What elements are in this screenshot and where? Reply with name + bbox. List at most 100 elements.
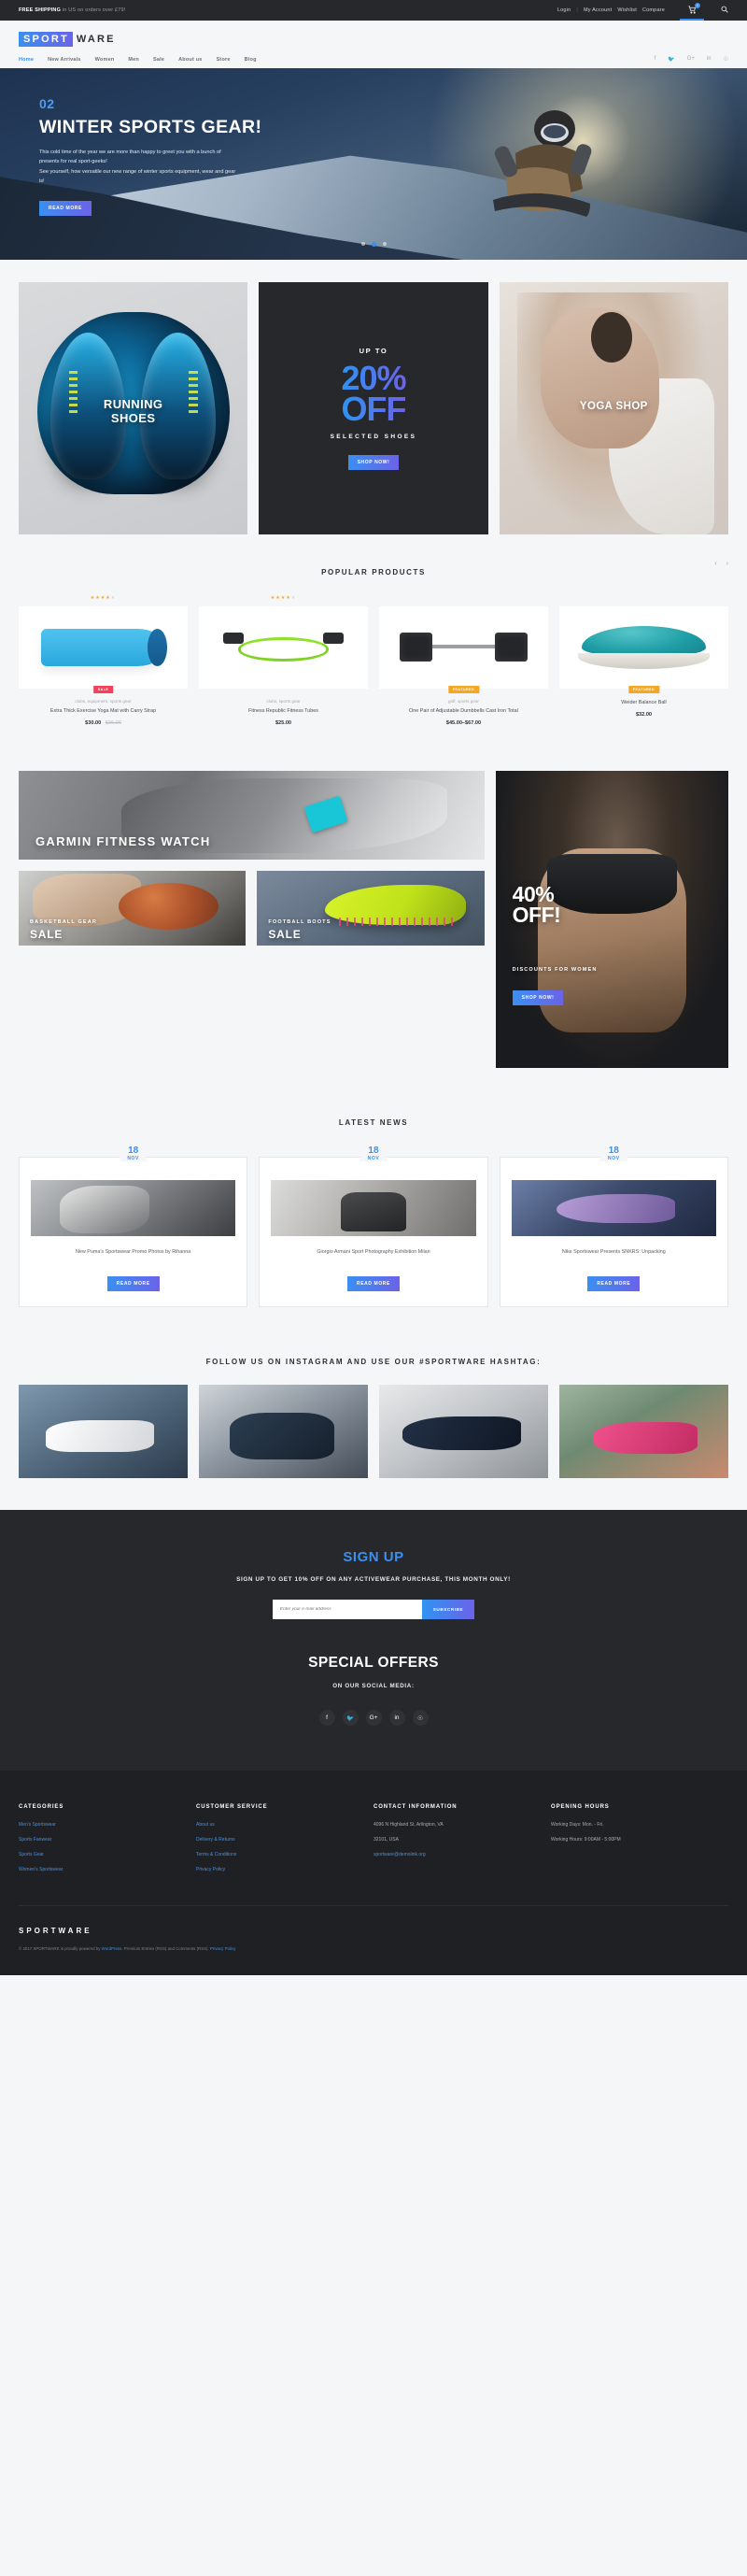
special-offers-title: SPECIAL OFFERS (308, 1655, 439, 1672)
footer-hours-heading: OPENING HOURS (551, 1804, 610, 1811)
footer-contact-heading: CONTACT INFORMATION (374, 1804, 458, 1811)
footer-link-womens-sportswear[interactable]: Women's Sportswear (19, 1868, 183, 1872)
news-title[interactable]: Nike Sportswear Presents SNKRS: Unpackin… (512, 1248, 716, 1265)
banner-women-discount[interactable]: 40% OFF! DISCOUNTS FOR WOMEN SHOP NOW! (495, 771, 728, 1069)
footer-link-about-us[interactable]: About us (196, 1823, 360, 1828)
product-name[interactable]: Weider Balance Ball (559, 699, 728, 706)
footer-privacy-policy-link[interactable]: Privacy Policy (210, 1946, 235, 1951)
product-card[interactable]: ★★★★★ clubs, sports gear Fitness Republi… (199, 595, 368, 726)
hero-dot-3[interactable] (382, 242, 387, 246)
hero-dot-2[interactable] (371, 242, 376, 247)
promo-running-shoes[interactable]: RUNNING SHOES (19, 282, 248, 534)
twitter-icon[interactable]: 🐦 (668, 56, 674, 63)
linkedin-icon[interactable]: in (707, 56, 712, 63)
product-rating (379, 595, 548, 604)
nav-item-sale[interactable]: Sale (153, 57, 164, 63)
facebook-icon[interactable]: f (318, 1710, 335, 1727)
promo-yoga-label: YOGA SHOP (579, 400, 648, 412)
my-account-link[interactable]: My Account (584, 7, 612, 13)
footer-link-privacy-policy[interactable]: Privacy Policy (196, 1868, 360, 1872)
popular-products-header: POPULAR PRODUCTS ‹ › (19, 561, 728, 595)
promo-yoga-shop[interactable]: YOGA SHOP (499, 282, 728, 534)
google-plus-icon[interactable]: G+ (365, 1710, 382, 1727)
news-card[interactable]: 18 NOV Nike Sportswear Presents SNKRS: U… (499, 1146, 728, 1308)
yoga-mat-illustration (40, 628, 168, 667)
promo-running-line1: RUNNING (103, 397, 163, 412)
signup-section: SIGN UP SIGN UP TO GET 10% OFF ON ANY AC… (0, 1510, 747, 1772)
news-title[interactable]: Giorgio Armani Sport Photography Exhibit… (271, 1248, 475, 1265)
instagram-photo[interactable] (199, 1385, 368, 1479)
footer-link-sports-gear[interactable]: Sports Gear (19, 1853, 183, 1857)
dumbbell-plate-left (400, 632, 433, 662)
wishlist-link[interactable]: Wishlist (617, 7, 637, 13)
cart-button[interactable]: 0 (680, 0, 704, 21)
pinterest-icon[interactable]: ☉ (412, 1710, 429, 1727)
product-card[interactable]: FEATURED Weider Balance Ball $32.00 (559, 595, 728, 726)
google-plus-icon[interactable]: G+ (687, 56, 695, 63)
banner-garmin-watch[interactable]: GARMIN FITNESS WATCH (19, 771, 485, 861)
promo-banner-row: RUNNING SHOES UP TO 20% OFF SELECTED SHO… (19, 282, 728, 534)
product-name[interactable]: Extra Thick Exercise Yoga Mat with Carry… (19, 707, 188, 715)
logo[interactable]: SPORT WARE (19, 32, 116, 47)
footer-link-sports-fanwear[interactable]: Sports Fanwear (19, 1838, 183, 1843)
banner-basketball-gear[interactable]: BASKETBALL GEAR SALE (19, 871, 247, 946)
promo-shop-now-button[interactable]: SHOP NOW! (347, 455, 400, 471)
product-card[interactable]: FEATURED golf, sports gear One Pair of A… (379, 595, 548, 726)
footer-email-link[interactable]: sportware@demolink.org (374, 1853, 538, 1857)
promo-running-line2: SHOES (110, 411, 156, 426)
nav-item-about-us[interactable]: About us (178, 57, 202, 63)
banner-football-line1: FOOTBALL BOOTS (268, 919, 331, 926)
news-title[interactable]: New Puma's Sportswear Promo Photos by Ri… (31, 1248, 235, 1265)
promo-banners-section: RUNNING SHOES UP TO 20% OFF SELECTED SHO… (0, 260, 747, 557)
facebook-icon[interactable]: f (655, 56, 656, 63)
twitter-icon[interactable]: 🐦 (342, 1710, 359, 1727)
news-card[interactable]: 18 NOV New Puma's Sportswear Promo Photo… (19, 1146, 248, 1308)
nav-item-new-arrivals[interactable]: New Arrivals (48, 57, 81, 63)
compare-link[interactable]: Compare (642, 7, 665, 13)
small-banner-row: BASKETBALL GEAR SALE FOOTBALL BOOTS SALE (19, 871, 485, 946)
search-button[interactable] (721, 6, 728, 15)
nav-item-men[interactable]: Men (128, 57, 139, 63)
hero-read-more-button[interactable]: READ MORE (39, 201, 92, 217)
tube-handle-left (223, 632, 244, 645)
product-name[interactable]: Fitness Republic Fitness Tubes (199, 707, 368, 715)
nav-item-home[interactable]: Home (19, 57, 34, 63)
hero-slider: 02 WINTER SPORTS GEAR! This cold time of… (0, 68, 747, 260)
linkedin-icon[interactable]: in (388, 1710, 405, 1727)
latest-news-section: LATEST NEWS 18 NOV New Puma's Sportswear… (0, 1090, 747, 1330)
chevron-right-icon[interactable]: › (726, 561, 728, 567)
footer-link-delivery-returns[interactable]: Delivery & Returns (196, 1838, 360, 1843)
instagram-photo[interactable] (559, 1385, 728, 1479)
footer-link-mens-sportswear[interactable]: Men's Sportswear (19, 1823, 183, 1828)
footer-col-categories: CATEGORIES Men's Sportswear Sports Fanwe… (19, 1804, 196, 1883)
instagram-photo[interactable] (19, 1385, 188, 1479)
chevron-left-icon[interactable]: ‹ (714, 561, 716, 567)
subscribe-button[interactable]: SUBSCRIBE (421, 1600, 475, 1620)
star-empty-icon: ★ (290, 595, 297, 601)
nav-item-women[interactable]: Women (95, 57, 115, 63)
pinterest-icon[interactable]: ☉ (724, 56, 728, 63)
footer-link-terms-conditions[interactable]: Terms & Conditions (196, 1853, 360, 1857)
login-link[interactable]: Login (557, 7, 571, 13)
promo-selected-shoes: SELECTED SHOES (330, 434, 417, 441)
wordpress-link[interactable]: WordPress (102, 1946, 122, 1951)
news-read-more-button[interactable]: READ MORE (106, 1276, 160, 1292)
promo-20-off[interactable]: UP TO 20% OFF SELECTED SHOES SHOP NOW! (259, 282, 488, 534)
hero-dot-1[interactable] (360, 242, 365, 246)
hero-slide-number: 02 (39, 96, 55, 111)
email-input[interactable] (272, 1600, 422, 1620)
news-read-more-button[interactable]: READ MORE (587, 1276, 641, 1292)
news-month: NOV (367, 1156, 380, 1162)
nav-item-blog[interactable]: Blog (245, 57, 257, 63)
instagram-photo[interactable] (379, 1385, 548, 1479)
nav-item-store[interactable]: Store (217, 57, 231, 63)
product-name[interactable]: One Pair of Adjustable Dumbbells Cast Ir… (379, 707, 548, 715)
product-card[interactable]: ★★★★★ SALE clubs, equipment, sports gear… (19, 595, 188, 726)
banner-women-shop-now-button[interactable]: SHOP NOW! (512, 990, 564, 1006)
promo-off-word: OFF (341, 390, 407, 428)
footer-categories-heading: CATEGORIES (19, 1804, 64, 1811)
banner-football-boots[interactable]: FOOTBALL BOOTS SALE (257, 871, 485, 946)
news-card[interactable]: 18 NOV Giorgio Armani Sport Photography … (259, 1146, 488, 1308)
news-read-more-button[interactable]: READ MORE (347, 1276, 400, 1292)
product-rating: ★★★★★ (270, 595, 297, 601)
